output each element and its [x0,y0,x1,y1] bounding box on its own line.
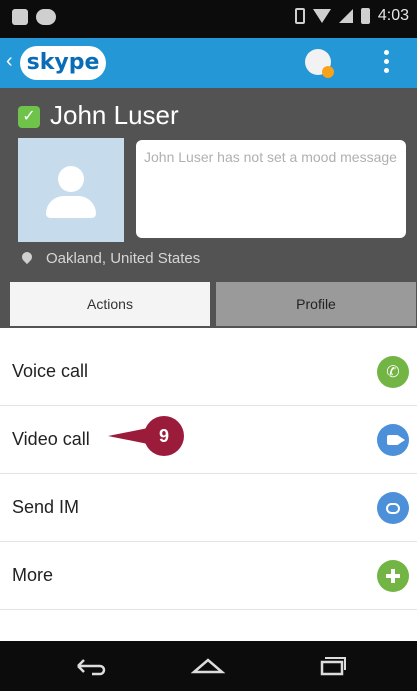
overflow-menu-icon[interactable] [384,50,390,73]
notification-icons [12,9,56,25]
tab-actions[interactable]: Actions [10,282,210,326]
battery-icon [360,8,370,24]
chat-icon[interactable] [377,492,409,524]
video-call-label: Video call [12,429,90,449]
home-icon[interactable] [188,641,228,691]
list-item-send-im[interactable]: Send IM [0,474,417,542]
vibrate-icon [294,8,305,24]
recent-apps-icon[interactable] [312,641,352,691]
up-chevron-icon[interactable]: ‹ [6,50,13,73]
status-time: 4:03 [377,7,409,24]
avatar [18,138,124,242]
plus-icon[interactable] [377,560,409,592]
list-item-voice-call[interactable]: Voice call ✆ [0,338,417,406]
actions-list: Voice call ✆ Video call Send IM More [0,338,417,610]
status-bar: 4:03 [0,0,417,38]
notification-check-icon [12,9,28,25]
mood-message: John Luser has not set a mood message [136,140,406,238]
video-icon[interactable] [377,424,409,456]
navigation-bar [0,641,417,691]
more-label: More [12,565,54,585]
location-pin-icon [19,249,35,265]
callout-number: 9 [159,426,169,446]
list-item-video-call[interactable]: Video call [0,406,417,474]
signal-icon [338,9,353,23]
phone-icon[interactable]: ✆ [377,356,409,388]
back-icon[interactable] [70,641,110,691]
contact-profile-header: ✓ John Luser John Luser has not set a mo… [0,88,417,280]
wifi-icon [312,9,331,23]
presence-away-dot [322,66,334,78]
notification-game-icon [36,9,56,25]
skype-logo[interactable]: skype [20,46,106,80]
tab-profile[interactable]: Profile [216,282,416,326]
send-im-label: Send IM [12,497,80,517]
app-bar: ‹ skype [0,38,417,88]
system-icons: 4:03 [294,7,409,25]
online-check-icon: ✓ [18,106,40,128]
voice-call-label: Voice call [12,361,89,381]
tab-bar: Actions Profile [0,280,417,328]
contact-location: Oakland, United States [46,250,201,267]
list-item-more[interactable]: More [0,542,417,610]
contact-name: John Luser [50,100,179,130]
step-callout: 9 [108,416,184,456]
presence-status-icon[interactable] [305,49,334,78]
